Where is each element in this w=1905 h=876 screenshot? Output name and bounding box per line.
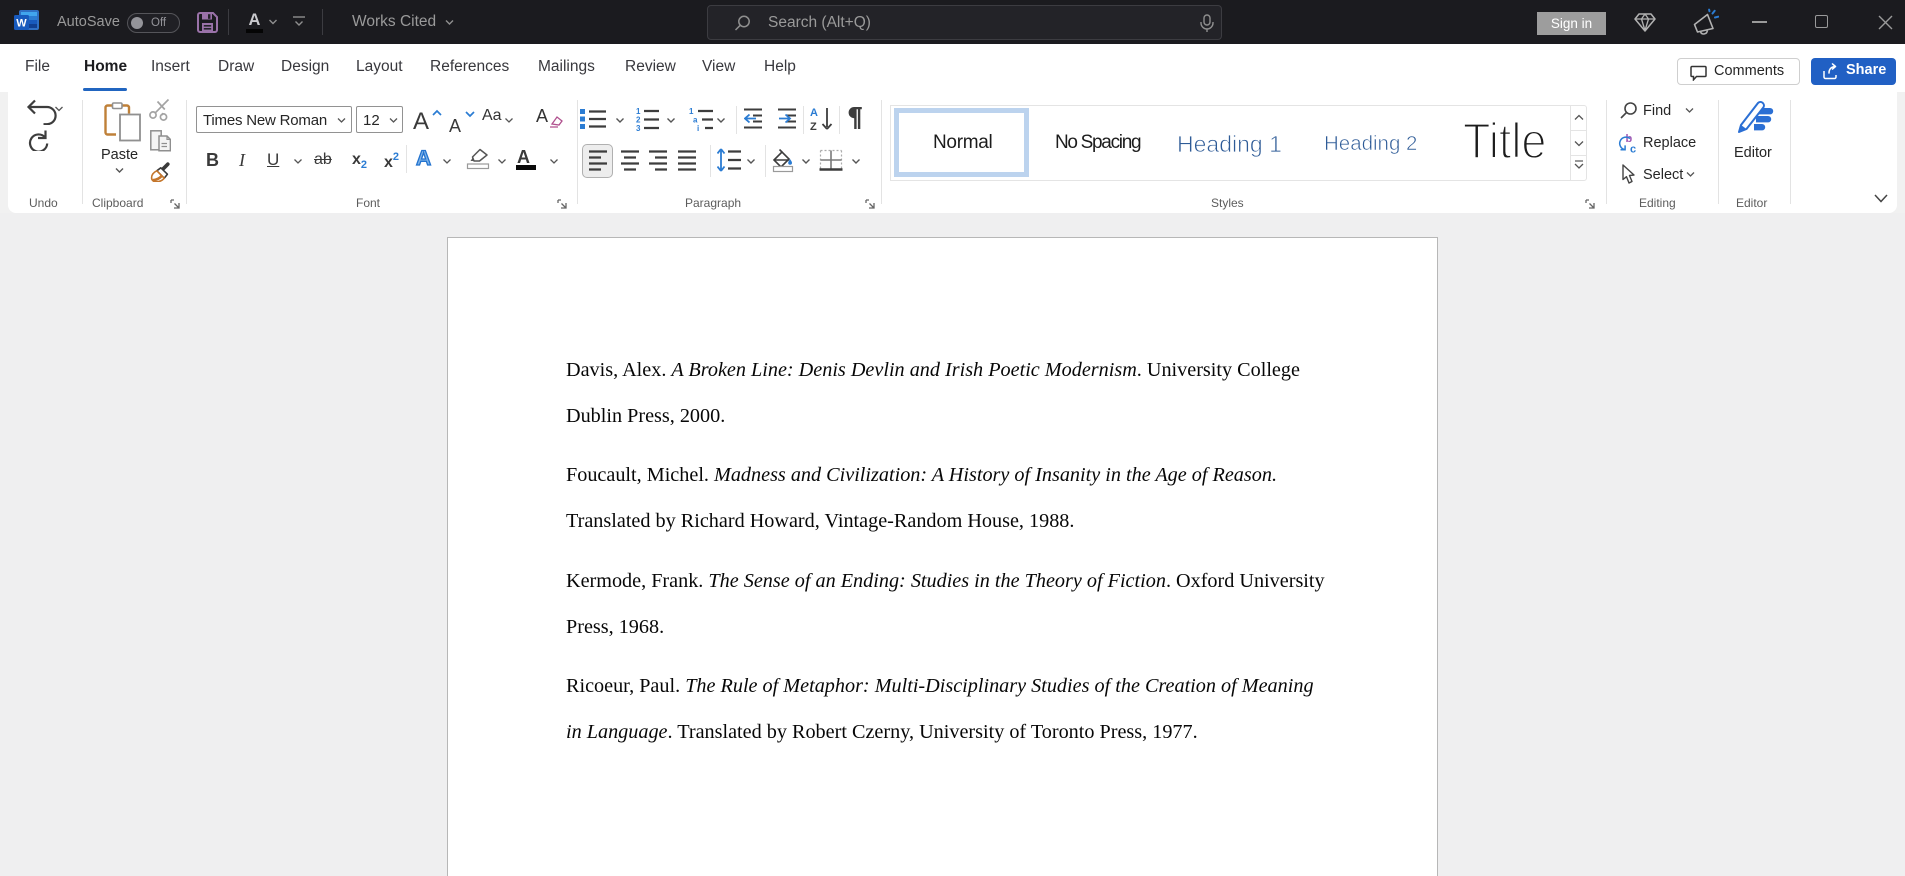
svg-text:A: A: [810, 107, 818, 119]
svg-text:W: W: [16, 18, 27, 30]
svg-text:i: i: [697, 124, 699, 131]
svg-text:c: c: [1630, 144, 1636, 154]
svg-text:Z: Z: [810, 121, 817, 131]
svg-text:3: 3: [636, 124, 641, 131]
